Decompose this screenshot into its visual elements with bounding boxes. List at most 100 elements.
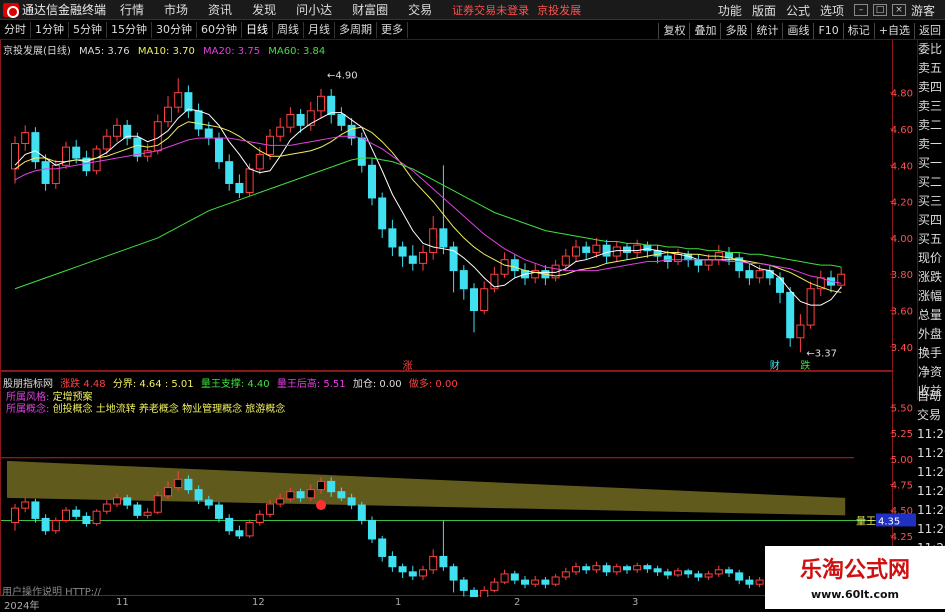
menu-item-jiaoyi[interactable]: 交易 <box>408 1 432 18</box>
tool-add-watchlist[interactable]: +自选 <box>873 22 914 39</box>
sub-candle-body-19 <box>204 499 213 506</box>
sub-candle-body-31 <box>327 480 336 493</box>
main-chart-panel[interactable]: 京投发展(日线) MA5: 3.76 MA10: 3.70 MA20: 3.75… <box>0 40 913 371</box>
tool-multi-stock[interactable]: 多股 <box>720 22 751 39</box>
menu-item-faxian[interactable]: 发现 <box>252 1 276 18</box>
tf-daily[interactable]: 日线 <box>242 22 273 38</box>
candle-body-57 <box>592 244 601 253</box>
candle-body-72 <box>745 270 754 279</box>
sub-candle-body-38 <box>398 566 407 573</box>
candle-body-44 <box>459 270 468 290</box>
menu-layout[interactable]: 版面 <box>752 2 776 19</box>
indicator-title[interactable]: 股朋指标网 <box>3 379 53 390</box>
app-title: 通达信金融终端 <box>22 3 107 17</box>
quote-row-12: 涨跌 <box>918 270 943 284</box>
tf-weekly[interactable]: 周线 <box>273 22 304 38</box>
sub-candle-body-53 <box>551 576 560 585</box>
sub-candle-body-32 <box>337 491 346 499</box>
sub-candle-body-21 <box>225 517 234 532</box>
quote-row-7: 买二 <box>918 175 943 189</box>
quote-side-panel: 委比 卖五 卖四 卖三 卖二 卖一 买一 买二 买三 买四 买五 现价 涨跌 涨幅 总量 外盘 换手 净资 收益 <box>917 40 945 400</box>
candle-body-21 <box>225 161 234 184</box>
tf-more[interactable]: 更多 <box>377 22 408 38</box>
quote-row-8: 买三 <box>918 194 943 208</box>
menu-item-wenxiaoda[interactable]: 问小达 <box>296 1 332 18</box>
sub-candle-body-65 <box>674 570 682 576</box>
style-label: 所属风格: <box>6 392 50 403</box>
candle-body-75 <box>776 277 784 293</box>
sub-candle-body-63 <box>653 568 662 573</box>
sub-candle-body-45 <box>470 589 478 597</box>
candle-body-19 <box>204 128 213 139</box>
sub-candle-body-5 <box>62 509 70 521</box>
indicator-a: 涨跌 4.48 <box>60 379 106 390</box>
tool-back[interactable]: 返回 <box>914 22 945 39</box>
maximize-icon[interactable]: □ <box>872 4 887 16</box>
tf-30min[interactable]: 30分钟 <box>152 22 197 38</box>
y-tick-label-5: 3.80 <box>891 270 913 281</box>
y-tick-label-0: 4.80 <box>891 89 913 100</box>
date-axis: 2024年 11 12 1 2 3 <box>0 597 893 612</box>
candle-body-30 <box>317 95 325 112</box>
quote-row-10: 买五 <box>918 232 943 246</box>
tool-stats[interactable]: 统计 <box>751 22 782 39</box>
tool-draw[interactable]: 画线 <box>782 22 813 39</box>
login-status[interactable]: 证券交易未登录 <box>452 2 529 18</box>
candle-body-49 <box>510 259 519 272</box>
candle-body-74 <box>765 270 774 279</box>
sub-y-tick-label-3: 4.75 <box>891 481 913 492</box>
sub-y-tick-label-5: 4.25 <box>891 532 913 543</box>
sub-y-tick-label-1: 5.25 <box>891 429 913 440</box>
menu-item-zixun[interactable]: 资讯 <box>208 1 232 18</box>
candle-body-35 <box>368 164 376 199</box>
sub-candle-body-46 <box>480 589 489 597</box>
tf-fenshi[interactable]: 分时 <box>0 22 31 38</box>
candle-body-8 <box>92 148 101 172</box>
tf-60min[interactable]: 60分钟 <box>197 22 242 38</box>
sub-candle-body-68 <box>704 573 713 578</box>
tool-f10[interactable]: F10 <box>813 22 842 39</box>
menu-formula[interactable]: 公式 <box>786 2 810 19</box>
menu-options[interactable]: 选项 <box>820 2 844 19</box>
close-icon[interactable]: × <box>891 4 906 16</box>
sub-candle-body-3 <box>41 517 50 532</box>
minimize-icon[interactable]: – <box>853 4 868 16</box>
candle-body-32 <box>337 113 346 126</box>
sub-candle-body-51 <box>531 579 540 585</box>
indicator-panel[interactable]: 5.505.255.004.754.504.254.00量王4.35 股朋指标网… <box>0 371 916 597</box>
candle-body-3 <box>41 161 50 184</box>
sub-candle-body-40 <box>419 569 427 577</box>
candle-body-6 <box>72 146 81 159</box>
candle-body-31 <box>327 95 336 115</box>
tf-1min[interactable]: 1分钟 <box>31 22 69 38</box>
x-label-2: 12 <box>252 597 265 608</box>
menu-item-shichang[interactable]: 市场 <box>164 1 188 18</box>
help-hint[interactable]: 用户操作说明 HTTP:// <box>2 583 101 598</box>
menu-item-hangqing[interactable]: 行情 <box>120 1 144 18</box>
tool-overlay[interactable]: 叠加 <box>689 22 720 39</box>
tf-monthly[interactable]: 月线 <box>304 22 335 38</box>
tf-multi[interactable]: 多周期 <box>335 22 377 38</box>
sub-candle-body-12 <box>133 504 142 516</box>
candle-body-81 <box>837 273 846 286</box>
sub-candle-body-9 <box>102 503 111 512</box>
menu-function[interactable]: 功能 <box>718 2 742 19</box>
x-label-3: 1 <box>395 597 402 608</box>
candle-body-45 <box>470 288 478 312</box>
style-value: 定增预案 <box>52 392 93 403</box>
tf-5min[interactable]: 5分钟 <box>69 22 107 38</box>
sub-candle-body-35 <box>368 519 376 540</box>
sub-candle-body-67 <box>694 573 703 578</box>
candle-body-27 <box>286 113 295 128</box>
tf-15min[interactable]: 15分钟 <box>107 22 152 38</box>
candle-body-23 <box>245 168 254 194</box>
tool-fuquan[interactable]: 复权 <box>658 22 689 39</box>
tool-mark[interactable]: 标记 <box>842 22 874 39</box>
sub-candle-body-27 <box>286 491 295 500</box>
user-label[interactable]: 游客 <box>911 2 935 19</box>
quote-row-2: 卖四 <box>918 80 943 94</box>
menu-item-caifuquan[interactable]: 财富圈 <box>352 1 388 18</box>
quote-row-3: 卖三 <box>918 99 943 113</box>
candle-body-18 <box>194 110 203 130</box>
candle-body-60 <box>623 246 631 253</box>
